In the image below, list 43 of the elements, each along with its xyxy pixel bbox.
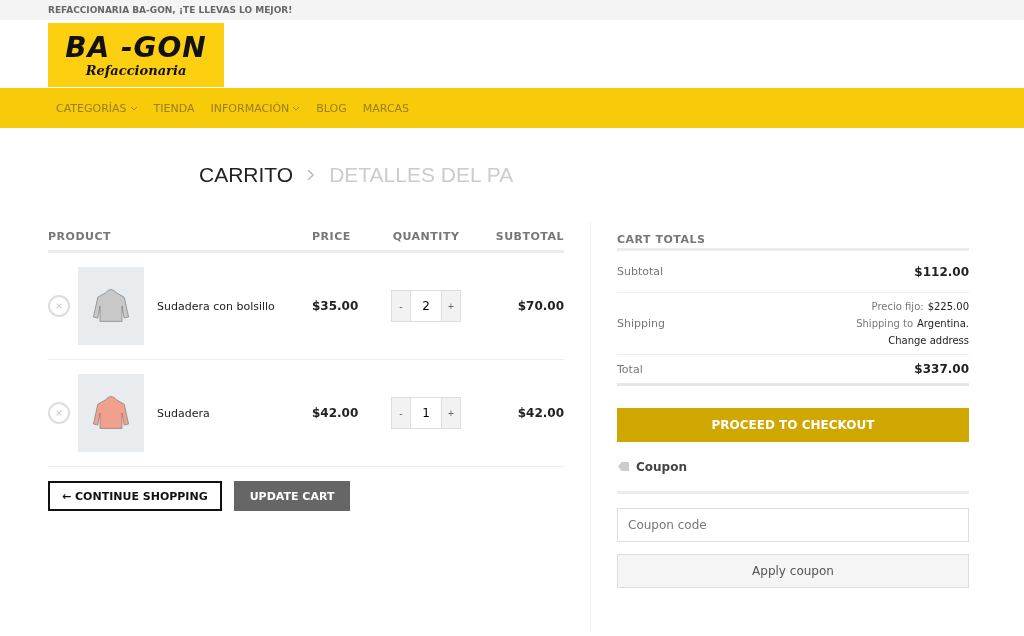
remove-button[interactable] xyxy=(48,402,70,424)
close-icon xyxy=(55,302,63,310)
column-header: QUANTITY xyxy=(391,229,461,243)
plus-button[interactable]: + xyxy=(441,397,461,429)
close-icon xyxy=(55,409,63,417)
minus-button[interactable]: - xyxy=(391,290,411,322)
product-image[interactable] xyxy=(78,374,144,452)
coupon-code-field[interactable]: Coupon code xyxy=(617,508,969,542)
tagline: REFACCIONARIA BA-GON, ¡TE LLEVAS LO MEJOR! xyxy=(48,5,293,15)
logo[interactable]: BA -GON Refaccionaria xyxy=(48,23,224,87)
shipping-rate-label: Precio fijo: xyxy=(871,301,924,312)
shipping-country: Argentina. xyxy=(917,318,969,329)
coupon-title: Coupon xyxy=(636,459,687,474)
plus-button[interactable]: + xyxy=(441,290,461,322)
row-label: Subtotal xyxy=(617,265,664,278)
product-subtotal: $42.00 xyxy=(516,406,564,420)
row-label: Total xyxy=(617,362,643,376)
column-header: SUBTOTAL xyxy=(494,229,564,243)
continue-shopping-button[interactable]: ← CONTINUE SHOPPING xyxy=(48,481,222,511)
section-title: CART TOTALS xyxy=(617,222,969,251)
shipping-rate: $225.00 xyxy=(927,301,969,312)
column-header: PRODUCT xyxy=(48,229,113,243)
product-name[interactable]: Sudadera con bolsillo xyxy=(157,299,275,313)
product-image[interactable] xyxy=(78,267,144,345)
remove-button[interactable] xyxy=(48,295,70,317)
column-header: PRICE xyxy=(312,229,352,243)
subtotal-value: $112.00 xyxy=(914,264,969,279)
shipping-destination-label: Shipping to xyxy=(856,318,914,329)
chevron-icon xyxy=(307,169,316,181)
quantity-field[interactable]: 2 xyxy=(411,290,441,322)
change-address-link[interactable]: Change address xyxy=(888,335,969,346)
minus-button[interactable]: - xyxy=(391,397,411,429)
product-subtotal: $70.00 xyxy=(516,299,564,313)
update-cart-button[interactable]: UPDATE CART xyxy=(233,481,351,511)
breadcrumb-link[interactable]: CARRITO xyxy=(199,163,294,187)
product-name[interactable]: Sudadera xyxy=(157,406,210,420)
apply-coupon-button[interactable]: Apply coupon xyxy=(617,554,969,588)
quantity-field[interactable]: 1 xyxy=(411,397,441,429)
row-label: Shipping xyxy=(617,317,665,330)
product-price: $42.00 xyxy=(312,406,360,420)
total-value: $337.00 xyxy=(914,362,969,376)
product-price: $35.00 xyxy=(312,299,360,313)
tag-icon xyxy=(617,461,630,472)
